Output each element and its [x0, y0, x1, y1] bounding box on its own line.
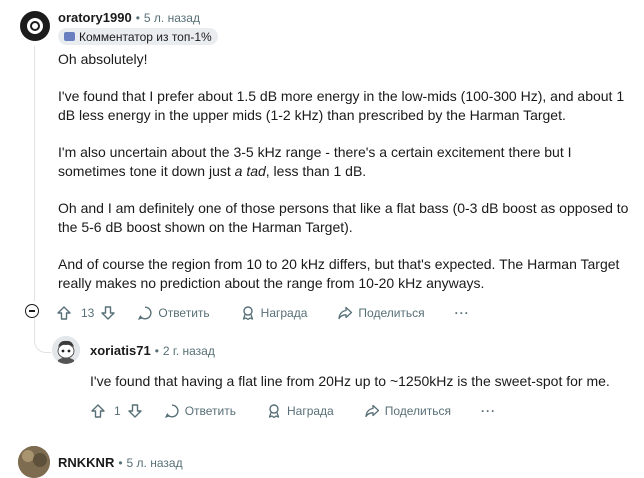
avatar[interactable] [52, 336, 80, 364]
vote-count: 13 [81, 306, 95, 320]
next-comment-header: RNKKNR • 5 л. назад [58, 455, 183, 470]
upvote-icon[interactable] [90, 403, 106, 419]
share-button[interactable]: Поделиться [337, 305, 425, 321]
award-button[interactable]: Награда [240, 305, 308, 321]
username[interactable]: xoriatis71 [90, 343, 151, 358]
reply-label: Ответить [158, 306, 210, 320]
meta-separator: • [154, 344, 159, 358]
comment-actions: 13 Ответить Награда Поделиться ··· [56, 303, 470, 323]
reply-text: I've found that having a flat line from … [90, 373, 610, 389]
badge-label: Комментатор из топ-1% [79, 29, 212, 44]
share-icon [365, 404, 379, 418]
award-icon [268, 404, 280, 419]
reply-button[interactable]: Ответить [137, 305, 210, 321]
downvote-icon[interactable] [127, 403, 143, 419]
italic-segment: a tad [234, 163, 266, 179]
reply-connector [34, 318, 51, 353]
reply-actions: 1 Ответить Награда Поделиться ··· [90, 401, 496, 421]
more-options-icon[interactable]: ··· [455, 306, 470, 320]
more-options-icon[interactable]: ··· [481, 404, 496, 418]
avatar[interactable] [18, 446, 50, 478]
username[interactable]: RNKKNR [58, 455, 114, 470]
avatar-photo-icon [18, 446, 50, 478]
avatar-ring-icon [27, 18, 43, 34]
vote-count: 1 [114, 404, 121, 418]
award-button[interactable]: Награда [266, 403, 334, 419]
share-icon [338, 306, 353, 320]
text-segment: , less than 1 dB. [265, 163, 367, 179]
collapse-thread-button[interactable] [25, 304, 39, 318]
upvote-icon[interactable] [56, 305, 72, 321]
comment-time[interactable]: 5 л. назад [144, 11, 200, 25]
top-commenter-badge: Комментатор из топ-1% [58, 28, 218, 45]
share-label: Поделиться [384, 404, 451, 418]
comment-paragraph: I'm also uncertain about the 3-5 kHz ran… [58, 143, 633, 181]
thread-line[interactable] [34, 46, 35, 301]
reply-label: Ответить [184, 404, 236, 418]
comment-paragraph: I've found that I prefer about 1.5 dB mo… [58, 88, 625, 123]
snoo-avatar-icon [52, 336, 80, 364]
comment-time[interactable]: 2 г. назад [163, 344, 215, 358]
comment-paragraph: And of course the region from 10 to 20 k… [58, 256, 620, 291]
comment-bubble-icon [164, 404, 179, 418]
reply-header: xoriatis71 • 2 г. назад [90, 343, 215, 358]
comment-time[interactable]: 5 л. назад [127, 456, 183, 470]
username[interactable]: oratory1990 [58, 10, 132, 25]
comment-bubble-icon [138, 306, 152, 320]
award-label: Награда [286, 404, 334, 418]
comment-paragraph: Oh absolutely! [58, 51, 148, 67]
downvote-icon[interactable] [100, 305, 116, 321]
comment-header: oratory1990 • 5 л. назад [58, 10, 200, 25]
comment-paragraph: Oh and I am definitely one of those pers… [58, 200, 629, 235]
share-button[interactable]: Поделиться [364, 403, 451, 419]
meta-separator: • [118, 456, 123, 470]
reply-button[interactable]: Ответить [164, 403, 236, 419]
meta-separator: • [135, 11, 140, 25]
avatar[interactable] [20, 11, 50, 41]
share-label: Поделиться [358, 306, 425, 320]
award-label: Награда [260, 306, 308, 320]
award-icon [242, 306, 253, 321]
badge-icon [64, 32, 75, 41]
